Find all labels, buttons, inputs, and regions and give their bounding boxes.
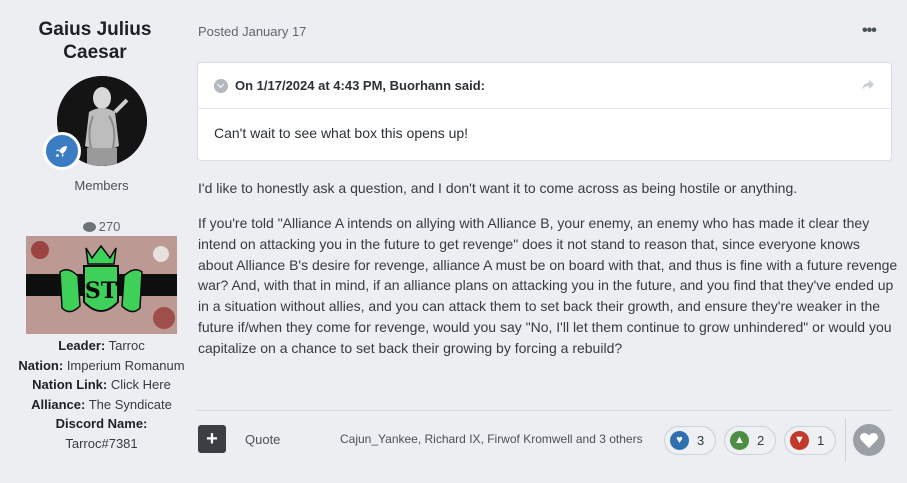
post-count: 270 bbox=[0, 219, 203, 234]
comment-icon bbox=[82, 222, 96, 232]
chevron-down-icon[interactable] bbox=[214, 79, 228, 93]
reaction-count: 3 bbox=[697, 433, 705, 448]
post-count-value: 270 bbox=[98, 219, 121, 234]
field-leader: Leader: Tarroc bbox=[58, 338, 145, 353]
signature-banner: ST bbox=[26, 236, 177, 334]
quote-header: On 1/17/2024 at 4:43 PM, Buorhann said: bbox=[198, 63, 891, 109]
field-nation-link: Nation Link: Click Here bbox=[32, 377, 171, 392]
divider bbox=[197, 410, 891, 411]
nation-link[interactable]: Click Here bbox=[111, 377, 171, 392]
divider bbox=[845, 418, 846, 462]
post-paragraph: I'd like to honestly ask a question, and… bbox=[198, 180, 798, 196]
quote-block: On 1/17/2024 at 4:43 PM, Buorhann said: … bbox=[197, 62, 892, 161]
quote-button[interactable]: Quote bbox=[245, 432, 280, 447]
thumbs-down-icon: ▼ bbox=[790, 431, 809, 450]
field-discord: Discord Name: bbox=[55, 416, 148, 431]
ellipsis-icon[interactable]: ••• bbox=[862, 22, 877, 40]
multiquote-button[interactable]: + bbox=[198, 425, 226, 453]
field-nation: Nation: Imperium Romanum bbox=[18, 357, 185, 373]
author-custom-fields: Leader: Tarroc Nation: Imperium Romanum … bbox=[0, 336, 203, 453]
field-alliance: Alliance: The Syndicate bbox=[31, 396, 172, 412]
field-discord-value: Tarroc#7381 bbox=[65, 435, 138, 451]
quote-citation[interactable]: On 1/17/2024 at 4:43 PM, Buorhann said: bbox=[235, 78, 485, 93]
quote-text: Can't wait to see what box this opens up… bbox=[214, 125, 469, 141]
thumbs-up-icon: ▲ bbox=[730, 431, 749, 450]
heart-icon: ♥ bbox=[670, 431, 689, 450]
share-icon[interactable] bbox=[861, 78, 875, 94]
banner-monogram: ST bbox=[85, 278, 118, 304]
reacted-by-list[interactable]: Cajun_Yankee, Richard IX, Firwof Kromwel… bbox=[340, 432, 643, 446]
member-group: Members bbox=[74, 178, 129, 193]
like-button[interactable] bbox=[853, 424, 885, 456]
author-name[interactable]: Gaius Julius Caesar bbox=[10, 18, 180, 64]
rocket-icon bbox=[43, 132, 81, 170]
author-panel: Gaius Julius Caesar Members 270 ST Leade… bbox=[0, 0, 190, 483]
reaction-count: 1 bbox=[817, 433, 825, 448]
post-date[interactable]: Posted January 17 bbox=[198, 24, 306, 39]
reaction-thumbs-up[interactable]: ▲ 2 bbox=[724, 426, 776, 455]
reaction-count: 2 bbox=[757, 433, 765, 448]
heart-icon bbox=[860, 433, 878, 448]
reaction-heart[interactable]: ♥ 3 bbox=[664, 426, 716, 455]
reaction-thumbs-down[interactable]: ▼ 1 bbox=[784, 426, 836, 455]
post-paragraph: If you're told "Alliance A intends on al… bbox=[198, 215, 898, 356]
